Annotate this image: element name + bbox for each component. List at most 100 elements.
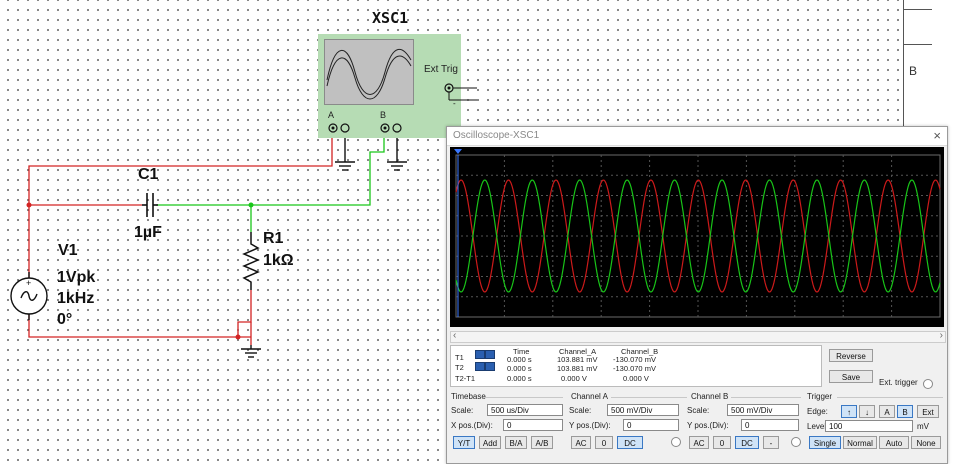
mode-add-button[interactable]: Add — [479, 436, 501, 449]
readout-cell: 0.000 V — [623, 374, 649, 383]
channel-b-radio[interactable] — [791, 437, 801, 447]
group-divider — [611, 397, 687, 398]
source-ref-label[interactable]: V1 — [58, 242, 78, 260]
scroll-left-icon[interactable]: ‹ — [453, 330, 456, 341]
channel-b-dc-button[interactable]: DC — [735, 436, 759, 449]
trigger-single-button[interactable]: Single — [809, 436, 841, 449]
wire-red-r1 — [237, 290, 252, 337]
oscilloscope-icon-screen — [324, 39, 414, 105]
trigger-source-b-button[interactable]: B — [897, 405, 913, 418]
ext-trigger-label: Ext. trigger — [879, 378, 918, 387]
reverse-button[interactable]: Reverse — [829, 349, 873, 362]
resistor-ref-label[interactable]: R1 — [263, 230, 283, 248]
channel-a-dc-button[interactable]: DC — [617, 436, 643, 449]
timebase-title: Timebase — [451, 392, 486, 401]
group-divider — [483, 397, 563, 398]
cursor2-left-button[interactable] — [475, 362, 485, 371]
channel-a-radio[interactable] — [671, 437, 681, 447]
channel-a-scale-field[interactable]: 500 mV/Div — [607, 404, 679, 416]
readout-cell: -130.070 mV — [613, 364, 656, 373]
junction-dot — [26, 202, 32, 208]
channel-b-title: Channel B — [691, 392, 729, 401]
ground-symbol — [241, 345, 261, 358]
source-phase-label[interactable]: 0° — [57, 311, 72, 329]
resistor-value-label[interactable]: 1kΩ — [263, 252, 294, 270]
channel-b-zero-button[interactable]: 0 — [713, 436, 731, 449]
wire-green — [156, 132, 385, 206]
close-icon[interactable]: × — [933, 128, 941, 143]
capacitor-value-label[interactable]: 1µF — [134, 224, 162, 242]
readout-cell: 103.881 mV — [557, 355, 598, 364]
trigger-normal-button[interactable]: Normal — [843, 436, 877, 449]
channel-b-scale-field[interactable]: 500 mV/Div — [727, 404, 799, 416]
readout-cell: 0.000 s — [507, 374, 532, 383]
mode-ab-button[interactable]: A/B — [531, 436, 553, 449]
channel-b-terminal-label: B — [380, 110, 387, 120]
row-label-t1: T1 — [455, 353, 464, 362]
svg-text:+: + — [26, 278, 31, 288]
trigger-source-a-button[interactable]: A — [879, 405, 895, 418]
cursor-readout-panel: T1 T2 T2-T1 Time Channel_A Channel_B 0.0… — [450, 345, 822, 387]
scope-display[interactable] — [450, 147, 944, 327]
trigger-level-unit: mV — [917, 422, 929, 431]
save-button[interactable]: Save — [829, 370, 873, 383]
ext-trigger-radio[interactable] — [923, 379, 933, 389]
source-amplitude-label[interactable]: 1Vpk — [57, 269, 95, 287]
channel-a-scale-label: Scale: — [569, 406, 592, 415]
sine-wave-icon — [326, 49, 412, 100]
oscilloscope-ref-label[interactable]: XSC1 — [372, 9, 408, 27]
channel-b-ac-button[interactable]: AC — [689, 436, 709, 449]
scope-traces — [454, 149, 941, 318]
channel-b-ypos-field[interactable]: 0 — [741, 419, 799, 431]
channel-b-ypos-label: Y pos.(Div): — [687, 421, 729, 430]
timebase-xpos-field[interactable]: 0 — [503, 419, 563, 431]
timebase-scale-field[interactable]: 500 us/Div — [487, 404, 563, 416]
oscilloscope-window[interactable]: Oscilloscope-XSC1 × ‹ › T1 T2 T2-T1 Time… — [446, 126, 948, 464]
timebase-xpos-label: X pos.(Div): — [451, 421, 493, 430]
readout-cell: 0.000 s — [507, 364, 532, 373]
group-divider — [731, 397, 801, 398]
trigger-auto-button[interactable]: Auto — [879, 436, 909, 449]
junction-dot — [235, 334, 241, 340]
readout-cell: -130.070 mV — [613, 355, 656, 364]
channel-a-title: Channel A — [571, 392, 608, 401]
channel-terminals[interactable] — [324, 120, 414, 136]
channel-a-terminal-label: A — [328, 110, 335, 120]
window-title: Oscilloscope-XSC1 — [453, 130, 540, 141]
scroll-right-icon[interactable]: › — [940, 330, 943, 341]
cursor1-right-button[interactable] — [485, 350, 495, 359]
svg-text:-: - — [27, 309, 30, 319]
cursor-marker-icon — [454, 149, 462, 154]
channel-a-zero-button[interactable]: 0 — [595, 436, 613, 449]
junction-dot — [248, 202, 254, 208]
resistor-symbol — [242, 232, 260, 290]
edge-falling-button[interactable]: ↓ — [859, 405, 875, 418]
capacitor-symbol — [142, 193, 158, 217]
scope-scrollbar[interactable]: ‹ › — [450, 330, 946, 343]
ext-trig-terminal[interactable]: - — [441, 80, 477, 106]
window-titlebar[interactable]: Oscilloscope-XSC1 × — [447, 127, 947, 146]
readout-cell: 0.000 V — [561, 374, 587, 383]
mode-ba-button[interactable]: B/A — [505, 436, 527, 449]
mode-yt-button[interactable]: Y/T — [453, 436, 475, 449]
row-label-t2-t1: T2-T1 — [455, 374, 476, 383]
channel-b-scale-label: Scale: — [687, 406, 710, 415]
trigger-edge-label: Edge: — [807, 407, 828, 416]
capacitor-ref-label[interactable]: C1 — [138, 166, 158, 184]
edge-rising-button[interactable]: ↑ — [841, 405, 857, 418]
channel-b-invert-button[interactable]: - — [763, 436, 779, 449]
group-divider — [837, 397, 943, 398]
cursor2-right-button[interactable] — [485, 362, 495, 371]
readout-cell: 103.881 mV — [557, 364, 598, 373]
channel-a-ypos-field[interactable]: 0 — [623, 419, 679, 431]
trigger-source-ext-button[interactable]: Ext — [917, 405, 939, 418]
readout-cell: 0.000 s — [507, 355, 532, 364]
timebase-scale-label: Scale: — [451, 406, 474, 415]
cursor1-left-button[interactable] — [475, 350, 485, 359]
trigger-level-field[interactable]: 100 — [825, 420, 913, 432]
trigger-none-button[interactable]: None — [911, 436, 941, 449]
source-frequency-label[interactable]: 1kHz — [57, 290, 94, 308]
row-label-t2: T2 — [455, 363, 464, 372]
channel-a-ypos-label: Y pos.(Div): — [569, 421, 611, 430]
channel-a-ac-button[interactable]: AC — [571, 436, 591, 449]
